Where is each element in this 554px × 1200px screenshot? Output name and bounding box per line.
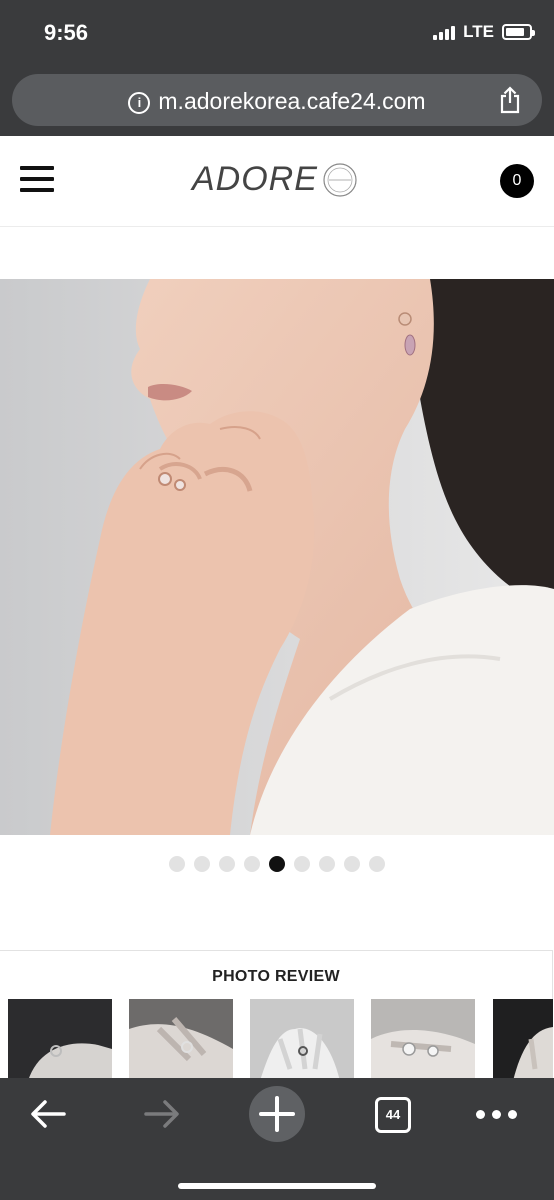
carousel-dot[interactable]	[244, 856, 260, 872]
review-thumbnail[interactable]	[8, 999, 112, 1081]
section-title: PHOTO REVIEW	[212, 968, 340, 985]
review-thumbnail[interactable]	[371, 999, 475, 1081]
battery-level	[506, 28, 524, 36]
photo-review-section: PHOTO REVIEW	[0, 950, 553, 1081]
url-text: m.adorekorea.cafe24.com	[158, 88, 426, 114]
carousel-dot[interactable]	[219, 856, 235, 872]
url-display[interactable]: i m.adorekorea.cafe24.com	[12, 88, 542, 115]
back-arrow-icon[interactable]	[28, 1098, 68, 1130]
site-header: ADORE 0	[0, 136, 554, 227]
carousel-dot[interactable]	[294, 856, 310, 872]
carousel-dot[interactable]	[269, 856, 285, 872]
cart-badge[interactable]: 0	[500, 164, 534, 198]
plus-icon	[259, 1096, 295, 1132]
forward-arrow-icon[interactable]	[142, 1098, 182, 1130]
carousel-dot[interactable]	[319, 856, 335, 872]
status-time: 9:56	[44, 20, 89, 45]
review-thumbnail[interactable]	[493, 999, 553, 1081]
carousel-dot[interactable]	[194, 856, 210, 872]
status-indicators: LTE	[433, 22, 535, 42]
share-icon[interactable]	[498, 86, 522, 114]
carousel-dot[interactable]	[169, 856, 185, 872]
swarovski-seal-icon	[323, 162, 357, 197]
browser-toolbar: i m.adorekorea.cafe24.com	[0, 68, 554, 136]
browser-bottom-toolbar: 44	[0, 1078, 554, 1200]
network-label: LTE	[463, 22, 494, 41]
logo-text: ADORE	[192, 160, 318, 198]
tabs-button[interactable]: 44	[375, 1097, 411, 1133]
address-bar[interactable]: i m.adorekorea.cafe24.com	[12, 74, 542, 126]
menu-icon[interactable]	[20, 166, 54, 192]
carousel-dot[interactable]	[344, 856, 360, 872]
more-options-icon[interactable]	[476, 1110, 517, 1119]
brand-logo[interactable]: ADORE	[192, 160, 359, 199]
new-tab-button[interactable]	[249, 1086, 305, 1142]
review-thumbnail[interactable]	[250, 999, 354, 1081]
hero-image[interactable]	[0, 279, 554, 835]
info-icon[interactable]: i	[128, 92, 151, 114]
signal-icon	[433, 24, 456, 40]
status-bar: 9:56 LTE	[0, 0, 554, 68]
home-indicator	[178, 1183, 376, 1189]
carousel-indicator	[0, 856, 554, 872]
carousel-dot[interactable]	[369, 856, 385, 872]
battery-icon	[502, 24, 535, 40]
model-photo	[0, 279, 554, 835]
review-thumbnail[interactable]	[129, 999, 233, 1081]
